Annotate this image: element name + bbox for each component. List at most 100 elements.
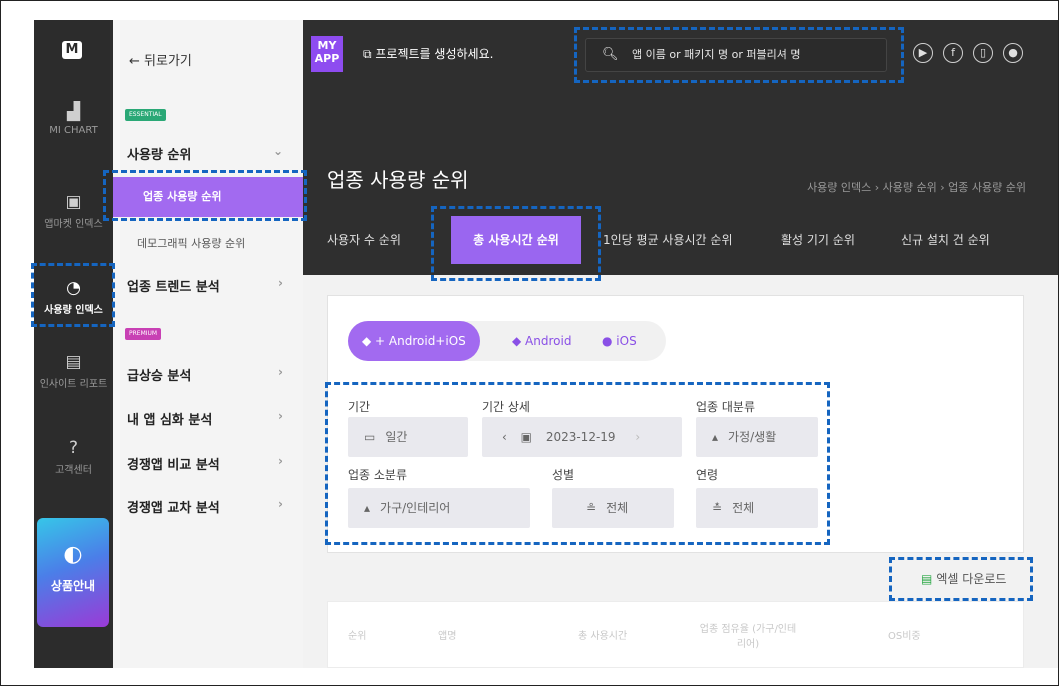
menu-usage-rank[interactable]: 사용량 순위 ⌄	[127, 144, 297, 163]
os-android-ios-label: + Android+iOS	[375, 334, 466, 348]
rank-tabs: 사용자 수 순위 총 사용시간 순위 1인당 평균 사용시간 순위 활성 기기 …	[303, 216, 1058, 264]
app-window: M ▟ MI CHART ▣ 앱마켓 인덱스 ◔ 사용량 인덱스 ▤ 인사이트 …	[0, 0, 1059, 686]
gender-select[interactable]: ≗ 전체	[552, 488, 674, 528]
user-icon[interactable]: ●	[1003, 43, 1023, 63]
os-segmented-control: ◆ + Android+iOS ◆ Android ● iOS	[348, 321, 666, 361]
calendar-icon: ▣	[520, 430, 532, 444]
android-icon: ◆	[512, 334, 526, 348]
bar-chart-icon: ▟	[66, 102, 81, 122]
product-info-button[interactable]: ◐ 상품안내	[37, 518, 109, 627]
date-value: 2023-12-19	[545, 430, 616, 444]
android-icon: ◆	[362, 334, 376, 348]
category-minor-label: 업종 소분류	[348, 468, 408, 482]
os-android-button[interactable]: ◆ Android	[498, 321, 585, 361]
os-android-label: Android	[525, 334, 572, 348]
premium-badge: PREMIUM	[125, 328, 162, 340]
os-ios-label: iOS	[616, 334, 637, 348]
chevron-down-icon: ⌄	[272, 144, 283, 158]
tab-new-installs[interactable]: 신규 설치 건 순위	[901, 216, 990, 264]
menu-industry-trend-label: 업종 트렌드 분석	[127, 280, 220, 295]
page-header: 업종 사용량 순위 사용량 인덱스 › 사용량 순위 › 업종 사용량 순위 사…	[303, 82, 1058, 275]
search-placeholder: 앱 이름 or 패키지 명 or 퍼블리셔 명	[632, 48, 801, 61]
rail-item-michart[interactable]: ▟ MI CHART	[34, 102, 113, 136]
rail-item-label: 고객센터	[55, 465, 92, 476]
table-header: 순위 앱명 총 사용시간 업종 점유율 (가구/인테리어) OS비중	[327, 601, 1024, 668]
back-link[interactable]: ← 뒤로가기	[129, 50, 192, 69]
menu-demographic-rank[interactable]: 데모그래픽 사용량 순위	[137, 235, 307, 251]
rail-item-appmarket[interactable]: ▣ 앱마켓 인덱스	[34, 192, 113, 230]
search-input[interactable]: 🔍︎ 앱 이름 or 패키지 명 or 퍼블리셔 명	[585, 38, 887, 72]
top-bar: MY APP ⧉ 프로젝트를 생성하세요. 🔍︎ 앱 이름 or 패키지 명 o…	[303, 20, 1058, 82]
chevron-right-icon: ›	[278, 454, 283, 468]
youtube-icon[interactable]: ▶	[913, 43, 933, 63]
category-icon: ▴	[364, 501, 371, 515]
th-app-name: 앱명	[438, 631, 457, 642]
page-title: 업종 사용량 순위	[327, 168, 469, 192]
age-value: 전체	[732, 501, 755, 515]
category-minor-select[interactable]: ▴ 가구/인테리어	[348, 488, 530, 528]
chevron-right-icon: ›	[278, 365, 283, 379]
rail-item-support[interactable]: ? 고객센터	[34, 438, 113, 476]
category-major-label: 업종 대분류	[696, 400, 756, 414]
chevron-right-icon[interactable]: ›	[635, 430, 640, 444]
question-icon: ?	[68, 438, 79, 458]
chevron-right-icon: ›	[278, 409, 283, 423]
product-info-label: 상품안내	[50, 579, 96, 593]
blog-icon[interactable]: ▯	[973, 43, 993, 63]
os-ios-button[interactable]: ● iOS	[588, 321, 651, 361]
rail-item-insight[interactable]: ▤ 인사이트 리포트	[34, 352, 113, 390]
create-project-link[interactable]: ⧉ 프로젝트를 생성하세요.	[363, 45, 493, 62]
menu-industry-usage-rank[interactable]: 업종 사용량 순위	[113, 177, 303, 217]
apple-icon: ●	[602, 334, 617, 348]
os-android-ios-button[interactable]: ◆ + Android+iOS	[348, 321, 480, 361]
menu-usage-rank-label: 사용량 순위	[127, 148, 192, 163]
excel-download-button[interactable]: ▤ 엑셀 다운로드	[921, 570, 1006, 587]
content-area: ◆ + Android+iOS ◆ Android ● iOS 기간 기간 상세…	[303, 275, 1058, 668]
secondary-menu: ← 뒤로가기 ESSENTIAL 사용량 순위 ⌄ 업종 사용량 순위 데모그래…	[113, 20, 303, 668]
tab-total-usage-time[interactable]: 총 사용시간 순위	[451, 216, 581, 264]
my-app-button[interactable]: MY APP	[311, 36, 343, 72]
age-label: 연령	[696, 468, 719, 482]
date-picker[interactable]: ‹ ▣ 2023-12-19 ›	[482, 417, 682, 457]
category-major-select[interactable]: ▴ 가정/생활	[696, 417, 818, 457]
tab-user-count[interactable]: 사용자 수 순위	[327, 216, 401, 264]
menu-surge-label: 급상승 분석	[127, 369, 192, 384]
cake-icon: ≛	[712, 501, 723, 515]
rail-item-label: 사용량 인덱스	[44, 305, 103, 316]
tab-avg-usage-time[interactable]: 1인당 평균 사용시간 순위	[603, 216, 732, 264]
rail-item-label: MI CHART	[49, 125, 98, 136]
menu-industry-trend[interactable]: 업종 트렌드 분석 ›	[127, 276, 297, 295]
th-os-ratio: OS비중	[888, 631, 921, 642]
category-icon: ▴	[712, 430, 719, 444]
period-select[interactable]: ▭ 일간	[348, 417, 468, 457]
period-label: 기간	[348, 400, 371, 414]
menu-competitor-cross[interactable]: 경쟁앱 교차 분석 ›	[127, 497, 297, 516]
rail-item-label: 인사이트 리포트	[39, 379, 108, 390]
rail-item-usage-index[interactable]: ◔ 사용량 인덱스	[34, 278, 113, 316]
chevron-right-icon: ›	[278, 497, 283, 511]
shopping-bag-icon: ▣	[65, 192, 82, 212]
age-select[interactable]: ≛ 전체	[696, 488, 818, 528]
brand-logo[interactable]: M	[62, 41, 82, 59]
chevron-left-icon[interactable]: ‹	[502, 430, 507, 444]
menu-competitor-compare[interactable]: 경쟁앱 비교 분석 ›	[127, 454, 297, 473]
rail-item-label: 앱마켓 인덱스	[44, 219, 103, 230]
create-project-label: 프로젝트를 생성하세요.	[375, 47, 494, 61]
tab-active-devices[interactable]: 활성 기기 순위	[781, 216, 855, 264]
period-detail-label: 기간 상세	[482, 400, 530, 414]
product-icon: ◐	[63, 542, 83, 567]
category-major-value: 가정/생활	[728, 430, 777, 444]
excel-icon: ▤	[921, 572, 933, 586]
gender-label: 성별	[552, 468, 575, 482]
icon-rail: M ▟ MI CHART ▣ 앱마켓 인덱스 ◔ 사용량 인덱스 ▤ 인사이트 …	[34, 20, 113, 668]
menu-surge[interactable]: 급상승 분석 ›	[127, 365, 297, 384]
chevron-right-icon: ›	[278, 276, 283, 290]
category-minor-value: 가구/인테리어	[380, 501, 451, 515]
th-rank: 순위	[348, 631, 367, 642]
facebook-icon[interactable]: f	[943, 43, 963, 63]
person-icon: ≗	[586, 501, 597, 515]
search-icon: 🔍︎	[602, 47, 619, 62]
menu-deep-analysis[interactable]: 내 앱 심화 분석 ›	[127, 409, 297, 428]
report-icon: ▤	[65, 352, 82, 372]
menu-competitor-compare-label: 경쟁앱 비교 분석	[127, 458, 220, 473]
